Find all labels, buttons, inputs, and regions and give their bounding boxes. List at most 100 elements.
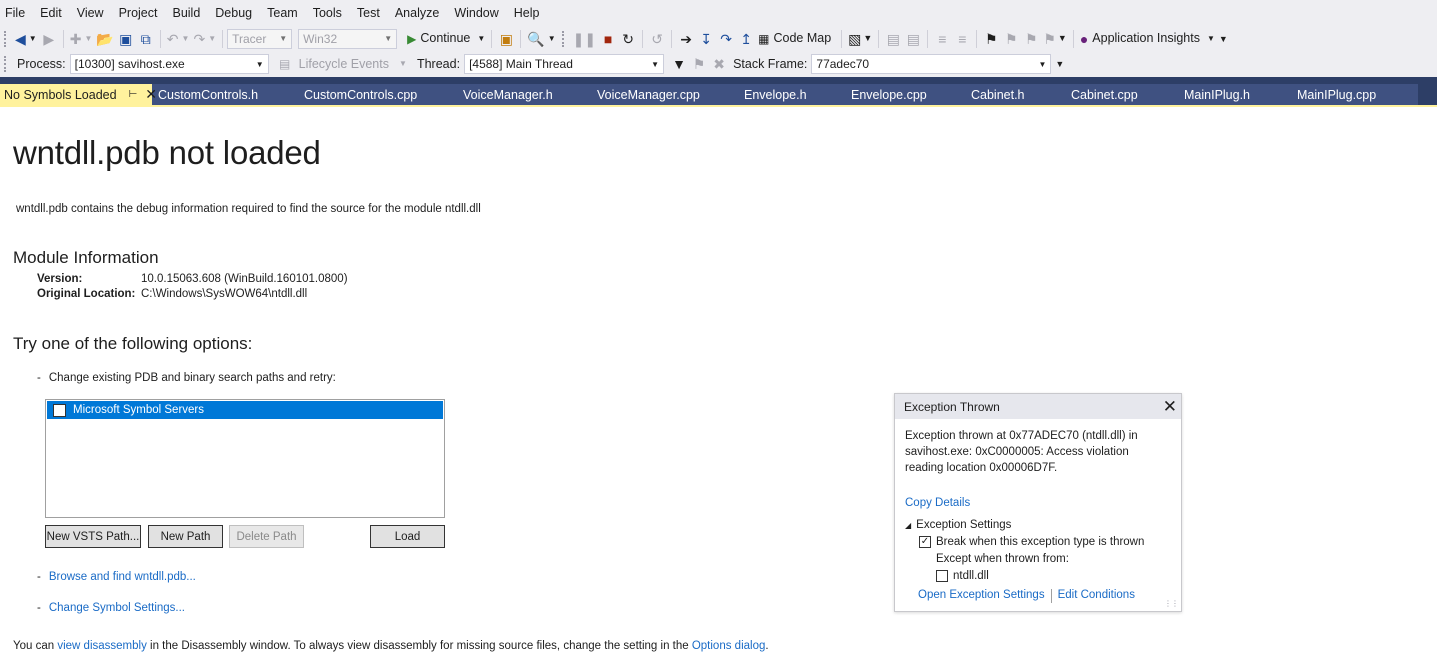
new-vsts-path-button[interactable]: New VSTS Path... (45, 525, 141, 548)
prev-bookmark-icon[interactable]: ⚑ (1001, 28, 1021, 50)
new-path-button[interactable]: New Path (148, 525, 223, 548)
resize-grip-icon[interactable]: ⋮⋮ (1164, 599, 1179, 608)
footer-post: . (765, 640, 769, 652)
menu-debug[interactable]: Debug (209, 0, 261, 26)
lifecycle-events-dropdown[interactable]: Lifecycle Events (295, 57, 393, 71)
toggle-frames-icon[interactable]: ✖ (709, 53, 729, 75)
except-module-label: ntdll.dll (953, 570, 989, 582)
new-project-icon[interactable]: ✚ ▼ (68, 28, 95, 50)
pause-icon[interactable]: ❚❚ (571, 28, 598, 50)
toolbar-grip[interactable] (4, 30, 8, 47)
tab-envelope-cpp[interactable]: Envelope.cpp (851, 84, 927, 105)
outdent-icon[interactable]: ≡ (952, 28, 972, 50)
menu-team[interactable]: Team (261, 0, 307, 26)
version-row: Version: 10.0.15063.608 (WinBuild.160101… (37, 273, 348, 285)
lifecycle-dropdown-icon[interactable]: ▼ (393, 53, 413, 75)
change-symbol-settings-link[interactable]: Change Symbol Settings... (49, 602, 185, 614)
load-button[interactable]: Load (370, 525, 445, 548)
flag-threads-icon[interactable]: ⚑ (689, 53, 709, 75)
filter-threads-icon[interactable]: ▼ (669, 53, 689, 75)
refresh-icon[interactable]: ↺ (647, 28, 667, 50)
uncomment-icon[interactable]: ▤ (903, 28, 923, 50)
tab-voicemanager-cpp[interactable]: VoiceManager.cpp (597, 84, 700, 105)
save-icon[interactable]: ▣ (116, 28, 136, 50)
option-browse: - Browse and find wntdll.pdb... (37, 571, 196, 583)
open-file-icon[interactable]: 📂 (94, 28, 115, 50)
options-dialog-link[interactable]: Options dialog (692, 640, 766, 652)
tab-customcontrols-h[interactable]: CustomControls.h (158, 84, 258, 105)
toolbar-overflow-icon[interactable]: ▼ (1055, 59, 1064, 69)
toolbar-grip[interactable] (4, 56, 8, 72)
save-all-icon[interactable]: ⧉ (136, 28, 156, 50)
thread-combo[interactable]: [4588] Main Thread ▼ (464, 54, 665, 74)
view-disassembly-link[interactable]: view disassembly (57, 640, 146, 652)
delete-path-button[interactable]: Delete Path (229, 525, 304, 548)
step-out-icon[interactable]: ↥ (736, 28, 756, 50)
bookmark-icon[interactable]: ⚑ (981, 28, 1001, 50)
redo-icon[interactable]: ↷ ▼ (191, 28, 218, 50)
stack-frame-combo[interactable]: 77adec70 ▼ (811, 54, 1052, 74)
solution-configuration-combo[interactable]: Tracer ▼ (227, 28, 293, 49)
step-over-icon[interactable]: ↷ (716, 28, 736, 50)
menu-help[interactable]: Help (508, 0, 549, 26)
list-item[interactable]: Microsoft Symbol Servers (47, 401, 443, 419)
find-icon[interactable]: 🔍 ▼ (525, 28, 557, 50)
tab-mainiplug-cpp[interactable]: MainIPlug.cpp (1297, 84, 1376, 105)
menu-window[interactable]: Window (448, 0, 507, 26)
exception-settings-toggle[interactable]: ◢ Exception Settings (905, 519, 1011, 531)
solution-platform-combo[interactable]: Win32 ▼ (298, 28, 398, 49)
standard-toolbar: ◀ ▼ ▶ ✚ ▼ 📂 ▣ ⧉ ↶ ▼ ↷ ▼ Tracer ▼ Win32 ▼ ▶ Cont… (0, 26, 1437, 51)
open-exception-settings-link[interactable]: Open Exception Settings (918, 589, 1045, 603)
toolbar-grip[interactable] (561, 30, 566, 47)
menu-build[interactable]: Build (166, 0, 209, 26)
menu-test[interactable]: Test (351, 0, 389, 26)
path-checkbox[interactable] (53, 403, 66, 417)
close-icon[interactable]: ✕ (1163, 398, 1177, 415)
undo-icon[interactable]: ↶ ▼ (165, 28, 192, 50)
version-key: Version: (37, 273, 83, 285)
tab-cabinet-h[interactable]: Cabinet.h (971, 84, 1025, 105)
break-when-checkbox[interactable]: ✓ (919, 536, 931, 548)
browse-link[interactable]: Browse and find wntdll.pdb... (49, 571, 196, 583)
menu-view[interactable]: View (71, 0, 113, 26)
toolbar-overflow-icon[interactable]: ▼ (1219, 34, 1228, 44)
tab-envelope-h[interactable]: Envelope.h (744, 84, 807, 105)
break-when-row[interactable]: ✓ Break when this exception type is thro… (919, 536, 1181, 548)
except-module-checkbox[interactable] (936, 570, 948, 582)
next-bookmark-icon[interactable]: ⚑ (1021, 28, 1041, 50)
toolbar-separator (878, 29, 880, 48)
show-next-statement-icon[interactable]: ➔ (676, 28, 696, 50)
except-module-row[interactable]: ntdll.dll (936, 570, 989, 582)
toolbar-separator (927, 29, 929, 48)
step-into-icon[interactable]: ↧ (696, 28, 716, 50)
code-map-button[interactable]: ▦ Code Map (756, 28, 837, 50)
continue-button[interactable]: ▶ Continue ▼ (405, 28, 487, 50)
attach-process-icon[interactable]: ▣ (496, 28, 516, 50)
edit-conditions-link[interactable]: Edit Conditions (1058, 589, 1135, 603)
menu-edit[interactable]: Edit (34, 0, 71, 26)
process-combo[interactable]: [10300] savihost.exe ▼ (69, 54, 269, 74)
search-paths-list[interactable]: Microsoft Symbol Servers (45, 399, 445, 518)
navigate-back-icon[interactable]: ◀ ▼ (13, 28, 39, 50)
menu-analyze[interactable]: Analyze (389, 0, 448, 26)
restart-icon[interactable]: ↻ (618, 28, 638, 50)
diagnostics-icon[interactable]: ▧ ▼ (846, 28, 874, 50)
indent-icon[interactable]: ≡ (932, 28, 952, 50)
comment-icon[interactable]: ▤ (883, 28, 903, 50)
link-divider (1050, 589, 1052, 603)
tab-customcontrols-cpp[interactable]: CustomControls.cpp (304, 84, 417, 105)
exception-thrown-popup: Exception Thrown ✕ Exception thrown at 0… (894, 393, 1182, 612)
clear-bookmarks-icon[interactable]: ⚑ ▼ (1041, 28, 1068, 50)
copy-details-link[interactable]: Copy Details (905, 497, 970, 509)
stop-icon[interactable]: ■ (598, 28, 618, 50)
menu-project[interactable]: Project (113, 0, 167, 26)
exception-title: Exception Thrown (904, 399, 1000, 414)
navigate-forward-icon[interactable]: ▶ (39, 28, 59, 50)
application-insights-button[interactable]: ● Application Insights ▼ (1078, 28, 1217, 50)
tab-voicemanager-h[interactable]: VoiceManager.h (463, 84, 553, 105)
menu-file[interactable]: File (0, 0, 34, 26)
toolbar-separator (62, 29, 64, 48)
tab-cabinet-cpp[interactable]: Cabinet.cpp (1071, 84, 1138, 105)
menu-tools[interactable]: Tools (307, 0, 351, 26)
tab-mainiplug-h[interactable]: MainIPlug.h (1184, 84, 1250, 105)
